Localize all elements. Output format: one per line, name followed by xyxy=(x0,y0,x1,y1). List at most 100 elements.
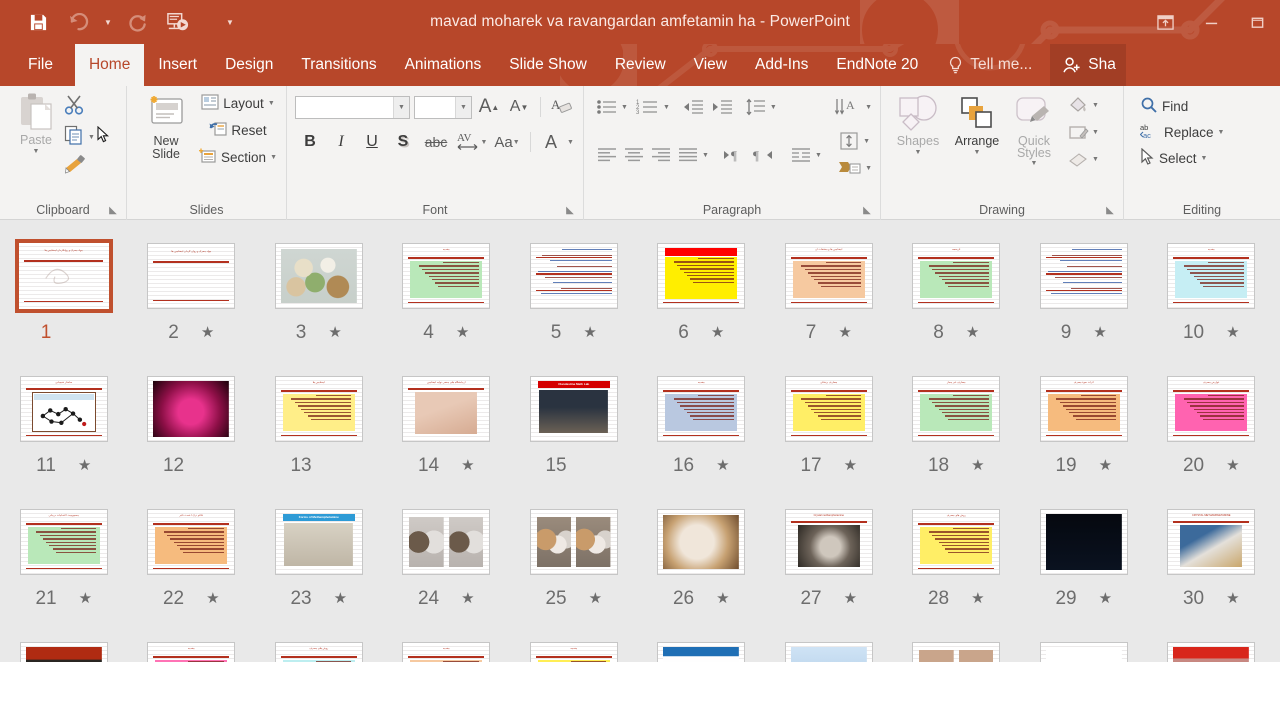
slide-thumbnail-frame[interactable]: مصارف غیر مجاز xyxy=(912,367,1001,451)
tab-endnote-20[interactable]: EndNote 20 xyxy=(822,44,932,86)
slide-preview[interactable]: مسمومیت / اقدامات درمانی xyxy=(19,509,108,575)
bullets-button[interactable] xyxy=(594,94,620,120)
increase-font-size-button[interactable]: A ▲ xyxy=(476,94,502,120)
slide-thumbnail-17[interactable]: مصارف پزشکی 17 ★ xyxy=(765,367,893,500)
underline-button[interactable]: U xyxy=(357,129,387,155)
slide-preview[interactable]: تاریخچه xyxy=(912,243,1001,309)
animation-star-icon[interactable]: ★ xyxy=(78,458,91,473)
convert-to-smartart-button[interactable] xyxy=(836,155,864,181)
slide-thumbnail-37[interactable]: 37★ xyxy=(765,633,893,662)
copy-button[interactable]: ▼ xyxy=(64,122,110,152)
ribbon-display-options-icon[interactable] xyxy=(1142,0,1188,44)
slide-thumbnail-3[interactable]: 3 ★ xyxy=(255,234,383,367)
arrange-caret-icon[interactable]: ▼ xyxy=(974,149,981,156)
slide-preview[interactable] xyxy=(529,243,618,309)
tab-add-ins[interactable]: Add-Ins xyxy=(741,44,822,86)
animation-star-icon[interactable]: ★ xyxy=(461,591,474,606)
slide-thumbnail-frame[interactable]: CRYSTAL METHAMPHETAMINE xyxy=(1167,500,1256,584)
shape-fill-caret-icon[interactable]: ▼ xyxy=(1092,102,1099,109)
font-color-button[interactable]: A xyxy=(536,129,566,155)
animation-star-icon[interactable]: ★ xyxy=(1226,458,1239,473)
slide-preview[interactable] xyxy=(1039,642,1128,662)
slide-thumbnail-frame[interactable]: مقدمه xyxy=(529,633,618,662)
slide-thumbnail-frame[interactable] xyxy=(274,234,363,318)
animation-star-icon[interactable]: ★ xyxy=(844,591,857,606)
replace-caret-icon[interactable]: ▼ xyxy=(1218,129,1225,136)
slide-thumbnail-4[interactable]: مقدمه 4 ★ xyxy=(383,234,511,367)
slide-preview[interactable]: Clandestine Meth Lab xyxy=(529,376,618,442)
slide-thumbnail-30[interactable]: CRYSTAL METHAMPHETAMINE 30 ★ xyxy=(1148,500,1276,633)
tab-animations[interactable]: Animations xyxy=(391,44,496,86)
slide-thumbnail-34[interactable]: مقدمه34★ xyxy=(383,633,511,662)
slide-preview[interactable]: مواد محرک و روان گردان آمفتامین ها xyxy=(147,243,236,309)
slide-thumbnail-36[interactable]: 36★ xyxy=(638,633,766,662)
slide-thumbnail-frame[interactable] xyxy=(1039,633,1128,662)
strikethrough-button[interactable]: abc xyxy=(419,129,453,155)
layout-button[interactable]: Layout ▼ xyxy=(195,90,281,116)
animation-star-icon[interactable]: ★ xyxy=(711,325,724,340)
animation-star-icon[interactable]: ★ xyxy=(79,591,92,606)
font-color-caret-icon[interactable]: ▼ xyxy=(567,139,574,146)
restore-icon[interactable] xyxy=(1234,0,1280,44)
animation-star-icon[interactable]: ★ xyxy=(971,591,984,606)
slide-preview[interactable] xyxy=(1039,243,1128,309)
tab-insert[interactable]: Insert xyxy=(144,44,211,86)
slide-preview[interactable]: CRYSTAL METHAMPHETAMINE xyxy=(1167,509,1256,575)
slide-preview[interactable]: Forms of Methamphetamine xyxy=(274,509,363,575)
change-case-button[interactable]: Aa ▼ xyxy=(489,129,525,155)
slide-thumbnail-12[interactable]: 12★ xyxy=(128,367,256,500)
slide-thumbnail-21[interactable]: مسمومیت / اقدامات درمانی 21 ★ xyxy=(0,500,128,633)
slide-preview[interactable] xyxy=(912,642,1001,662)
slide-thumbnail-frame[interactable]: علائم ترک / شدت تاثیر xyxy=(147,500,236,584)
arrange-button[interactable]: Arrange ▼ xyxy=(947,90,1007,156)
animation-star-icon[interactable]: ★ xyxy=(456,325,469,340)
slide-preview[interactable]: ساختار شیمیایی xyxy=(19,376,108,442)
slide-thumbnail-24[interactable]: 24 ★ xyxy=(383,500,511,633)
slide-thumbnail-11[interactable]: ساختار شیمیایی 11 ★ xyxy=(0,367,128,500)
replace-button[interactable]: ab ac Replace ▼ xyxy=(1136,119,1280,145)
slide-preview[interactable]: مواد محرک و روانگردان آمفتامین ها xyxy=(14,239,113,313)
slide-thumbnail-frame[interactable]: Forms of Methamphetamine xyxy=(274,500,363,584)
slide-thumbnail-22[interactable]: علائم ترک / شدت تاثیر 22 ★ xyxy=(128,500,256,633)
slide-preview[interactable] xyxy=(657,642,746,662)
slide-preview[interactable] xyxy=(1167,642,1256,662)
slide-thumbnail-frame[interactable]: مقدمه xyxy=(402,234,491,318)
slide-preview[interactable]: مقدمه xyxy=(147,642,236,662)
italic-button[interactable]: I xyxy=(326,129,356,155)
convert-to-smartart-caret-icon[interactable]: ▼ xyxy=(865,165,872,172)
drawing-dialog-launcher-icon[interactable]: ◣ xyxy=(1104,205,1116,217)
slide-thumbnail-frame[interactable] xyxy=(912,633,1001,662)
slide-thumbnail-38[interactable]: 38★ xyxy=(893,633,1021,662)
slide-thumbnail-9[interactable]: 9 ★ xyxy=(1020,234,1148,367)
slide-thumbnail-frame[interactable]: مصارف پزشکی xyxy=(784,367,873,451)
tab-file[interactable]: File xyxy=(0,44,75,86)
slide-preview[interactable] xyxy=(657,243,746,309)
shape-effects-button[interactable] xyxy=(1065,146,1091,172)
select-button[interactable]: Select ▼ xyxy=(1136,145,1280,171)
cut-button[interactable] xyxy=(64,92,110,122)
shapes-button[interactable]: Shapes ▼ xyxy=(889,90,947,156)
text-direction-button[interactable]: A xyxy=(832,94,864,120)
find-button[interactable]: Find xyxy=(1136,93,1280,119)
slide-preview[interactable]: آمفتامین ها xyxy=(274,376,363,442)
quick-styles-caret-icon[interactable]: ▼ xyxy=(1031,160,1038,167)
slide-thumbnail-6[interactable]: 6 ★ xyxy=(638,234,766,367)
bold-button[interactable]: B xyxy=(295,129,325,155)
tell-me-search[interactable]: Tell me... xyxy=(932,44,1044,86)
slide-thumbnail-2[interactable]: مواد محرک و روان گردان آمفتامین ها 2 ★ xyxy=(128,234,256,367)
animation-star-icon[interactable]: ★ xyxy=(1226,325,1239,340)
change-case-caret-icon[interactable]: ▼ xyxy=(513,139,520,146)
slide-thumbnail-1[interactable]: مواد محرک و روانگردان آمفتامین ها 1★ xyxy=(0,234,128,367)
slide-thumbnail-frame[interactable]: مقدمه xyxy=(147,633,236,662)
numbering-button[interactable]: 123 xyxy=(634,94,662,120)
slide-preview[interactable] xyxy=(274,243,363,309)
ltr-text-direction-button[interactable]: ¶ xyxy=(720,142,748,168)
slide-thumbnail-25[interactable]: 25 ★ xyxy=(510,500,638,633)
animation-star-icon[interactable]: ★ xyxy=(1226,591,1239,606)
slide-thumbnail-frame[interactable] xyxy=(657,234,746,318)
shape-outline-caret-icon[interactable]: ▼ xyxy=(1092,129,1099,136)
slide-preview[interactable]: مصارف پزشکی xyxy=(784,376,873,442)
tab-slide-show[interactable]: Slide Show xyxy=(495,44,601,86)
animation-star-icon[interactable]: ★ xyxy=(716,458,729,473)
slide-thumbnail-33[interactable]: روش های مصرف33★ xyxy=(255,633,383,662)
